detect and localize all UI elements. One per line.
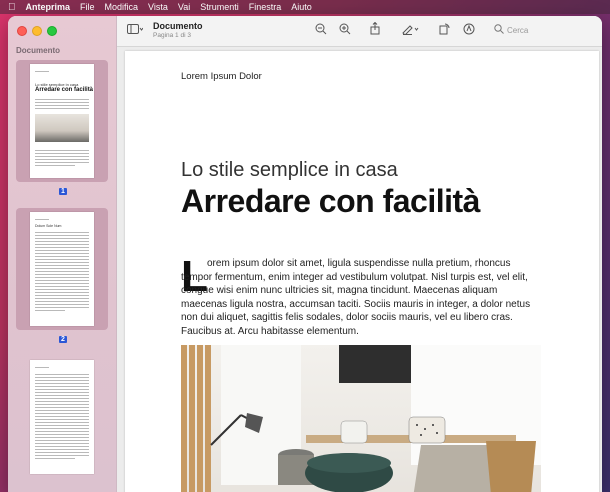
apple-menu-icon[interactable]:  (8, 2, 16, 13)
thumbnail-image: Lo stile semplice in casa Arredare con f… (30, 64, 94, 178)
page-number-badge-2: 2 (59, 336, 67, 343)
menu-strumenti[interactable]: Strumenti (200, 2, 239, 12)
document-view[interactable]: Lorem Ipsum Dolor Lo stile semplice in c… (117, 47, 602, 492)
menu-app-name[interactable]: Anteprima (26, 2, 71, 12)
zoom-button[interactable] (47, 26, 57, 36)
zoom-in-icon[interactable] (339, 23, 351, 38)
menu-aiuto[interactable]: Aiuto (291, 2, 312, 12)
rotate-icon[interactable] (439, 23, 450, 38)
menu-vai[interactable]: Vai (178, 2, 190, 12)
thumbnail-page-2[interactable]: Dolum Sole Num (16, 208, 108, 330)
search-icon (494, 24, 504, 36)
sidebar: Documento Lo stile semplice in casa Arre… (8, 16, 117, 492)
close-button[interactable] (17, 26, 27, 36)
thumbnail-image (30, 360, 94, 474)
menu-finestra[interactable]: Finestra (249, 2, 282, 12)
interior-photo (181, 345, 541, 492)
sidebar-title: Documento (16, 46, 60, 55)
page-title: Arredare con facilità (181, 183, 480, 219)
thumbnail-heading-big: Arredare con facilità (35, 87, 94, 93)
zoom-out-icon[interactable] (315, 23, 327, 38)
thumbnail-page-3[interactable] (16, 356, 108, 486)
page-subtitle: Lo stile semplice in casa (181, 159, 398, 181)
annotate-icon[interactable] (463, 23, 475, 38)
body-paragraph: orem ipsum dolor sit amet, ligula suspen… (181, 258, 531, 337)
menu-bar:  Anteprima File Modifica Vista Vai Stru… (0, 0, 610, 14)
document-page: Lorem Ipsum Dolor Lo stile semplice in c… (125, 51, 599, 492)
document-title: Documento (153, 21, 203, 31)
menu-modifica[interactable]: Modifica (105, 2, 139, 12)
menu-vista[interactable]: Vista (148, 2, 168, 12)
toolbar: Documento Pagina 1 di 3 Cerca (117, 16, 602, 47)
markup-pen-icon[interactable] (402, 23, 420, 38)
document-subtitle: Pagina 1 di 3 (153, 32, 191, 39)
window-controls (17, 26, 57, 36)
minimize-button[interactable] (32, 26, 42, 36)
page-number-badge-1: 1 (59, 188, 67, 195)
menu-file[interactable]: File (80, 2, 95, 12)
share-icon[interactable] (370, 21, 380, 38)
thumbnail-image: Dolum Sole Num (30, 212, 94, 326)
search-placeholder: Cerca (507, 25, 529, 35)
page-header: Lorem Ipsum Dolor (181, 71, 262, 82)
preview-window: Documento Lo stile semplice in casa Arre… (8, 16, 602, 492)
search-field[interactable]: Cerca (494, 23, 594, 37)
sidebar-icon[interactable] (127, 24, 144, 38)
thumbnail-photo (35, 114, 89, 142)
thumbnail-page-1[interactable]: Lo stile semplice in casa Arredare con f… (16, 60, 108, 182)
thumbnail-heading-small: Dolum Sole Num (35, 224, 62, 228)
